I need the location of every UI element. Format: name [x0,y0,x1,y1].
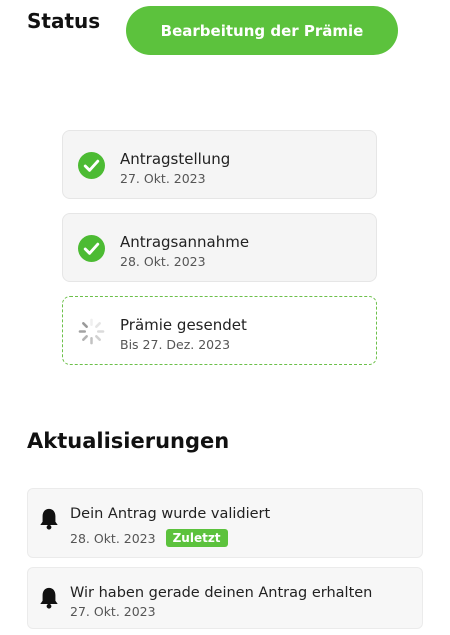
step-date: 28. Okt. 2023 [120,254,206,269]
step-date: 27. Okt. 2023 [120,171,206,186]
loading-spinner-icon [78,318,105,345]
update-text: Wir haben gerade deinen Antrag erhalten [70,585,373,601]
update-text: Dein Antrag wurde validiert [70,506,271,522]
step-date: Bis 27. Dez. 2023 [120,337,231,352]
step-label: Prämie gesendet [120,316,247,334]
check-circle-icon [78,235,105,262]
step-praemie-gesendet: Prämie gesendet Bis 27. Dez. 2023 [62,296,377,365]
status-badge: Bearbeitung der Prämie [126,6,398,55]
bell-icon [40,508,58,530]
update-date: 28. Okt. 2023 [70,530,156,546]
update-item: Wir haben gerade deinen Antrag erhalten … [27,567,423,629]
step-label: Antragsannahme [120,233,250,251]
step-antragstellung: Antragstellung 27. Okt. 2023 [62,130,377,199]
update-item: Dein Antrag wurde validiert 28. Okt. 202… [27,488,423,558]
check-circle-icon [78,152,105,179]
bell-icon [40,587,58,609]
latest-badge: Zuletzt [165,529,228,547]
update-date: 27. Okt. 2023 [70,604,156,619]
step-antragsannahme: Antragsannahme 28. Okt. 2023 [62,213,377,282]
step-label: Antragstellung [120,150,231,168]
status-title: Status [27,9,101,33]
updates-title: Aktualisierungen [27,429,230,453]
